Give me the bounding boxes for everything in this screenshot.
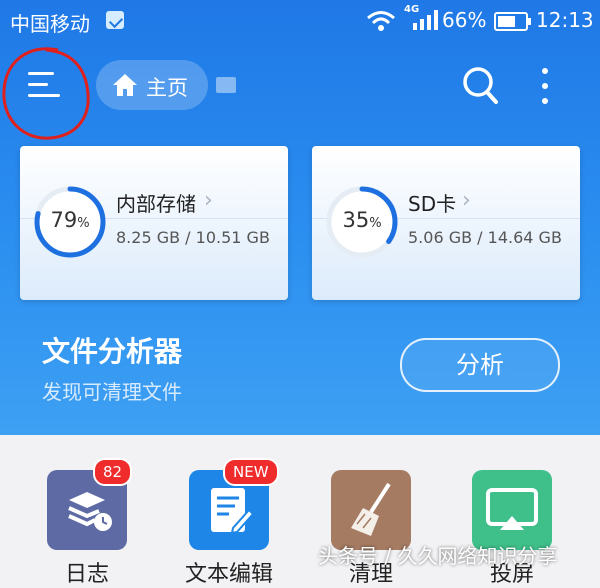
carrier-name: 中国移动 [10, 12, 90, 36]
clock: 12:13 [536, 8, 594, 32]
sd-card-icon[interactable] [216, 77, 236, 93]
internal-storage-card[interactable]: 79% 内部存储 › 8.25 GB / 10.51 GB [20, 146, 288, 300]
tile-label: 日志 [64, 562, 109, 587]
analyze-button[interactable]: 分析 [400, 338, 560, 392]
cast-tile[interactable]: 投屏 [472, 470, 552, 587]
signal-icon [413, 10, 438, 30]
clean-tile[interactable]: 清理 [331, 470, 411, 587]
menu-icon[interactable] [22, 62, 68, 108]
home-icon [113, 74, 137, 96]
home-breadcrumb-button[interactable]: 主页 [96, 60, 208, 110]
more-options-icon[interactable] [530, 64, 560, 108]
storage-title: 内部存储 [116, 192, 196, 216]
storage-title: SD卡 [408, 192, 457, 216]
text-edit-tile[interactable]: NEW 文本编辑 [185, 458, 279, 587]
cast-icon [486, 488, 538, 530]
usage-ring [34, 186, 106, 258]
watermark: 头条号 / 久久网络知识分享 [318, 544, 558, 568]
chevron-right-icon: › [462, 188, 471, 213]
broom-icon [351, 482, 391, 536]
battery-icon [494, 12, 531, 31]
analyzer-subtitle: 发现可清理文件 [42, 380, 182, 404]
usage-ring [326, 186, 398, 258]
log-tile[interactable]: 82 日志 [47, 458, 133, 587]
sd-card-storage-card[interactable]: 35% SD卡 › 5.06 GB / 14.64 GB [312, 146, 580, 300]
analyzer-title: 文件分析器 [42, 335, 183, 368]
notification-app-icon [106, 11, 124, 29]
search-icon[interactable] [460, 64, 500, 106]
wifi-icon [367, 11, 395, 31]
storage-sizes: 5.06 GB / 14.64 GB [408, 228, 562, 247]
chevron-right-icon: › [204, 188, 213, 213]
tile-label: 文本编辑 [184, 562, 273, 587]
home-label: 主页 [146, 76, 188, 100]
log-badge: 82 [93, 458, 133, 486]
new-badge: NEW [223, 458, 279, 486]
header-area: 中国移动 4G 66% 12:13 主页 79% 内部存储 › 8.25 GB … [0, 0, 600, 435]
battery-percent: 66% [442, 8, 487, 32]
storage-sizes: 8.25 GB / 10.51 GB [116, 228, 270, 247]
status-bar: 中国移动 4G 66% 12:13 [0, 0, 600, 42]
